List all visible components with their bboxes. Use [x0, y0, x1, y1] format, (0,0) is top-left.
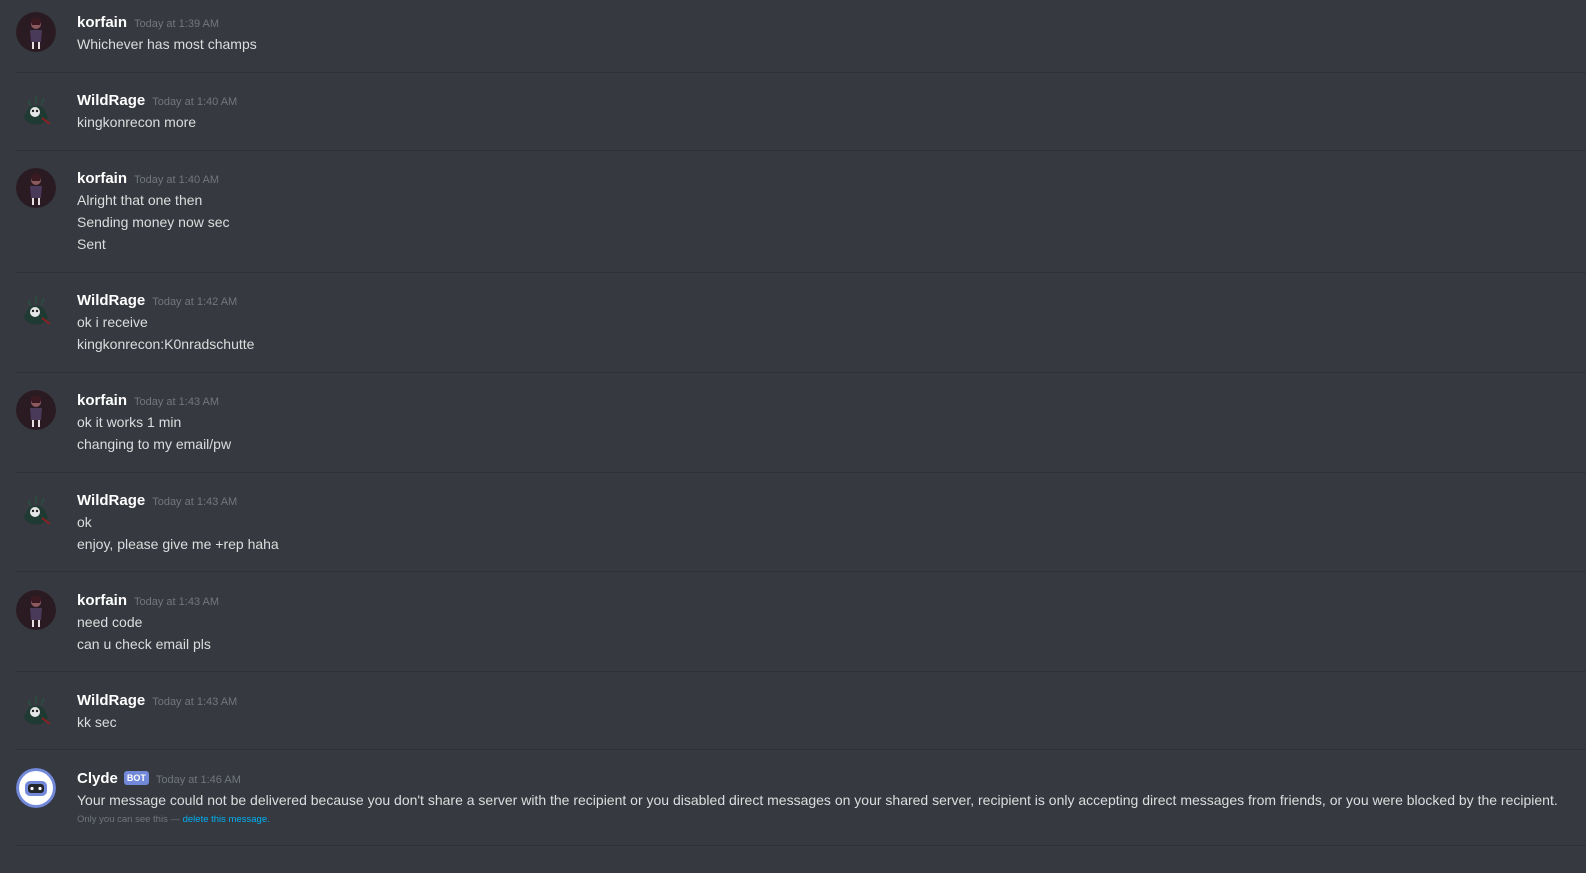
timestamp: Today at 1:46 AM — [155, 773, 241, 786]
message-divider — [16, 372, 1586, 373]
wildrage-avatar-icon — [16, 290, 56, 330]
message-text: Your message could not be delivered beca… — [77, 792, 1558, 808]
message-text: kingkonrecon:K0nradschutte — [77, 336, 255, 352]
timestamp: Today at 1:39 AM — [134, 17, 220, 30]
message-divider — [16, 72, 1586, 73]
timestamp: Today at 1:40 AM — [152, 95, 238, 108]
korfain-avatar-icon — [16, 12, 56, 52]
message-text: ok i receive — [77, 314, 148, 330]
avatar[interactable] — [16, 590, 56, 630]
timestamp: Today at 1:43 AM — [152, 695, 238, 708]
message-divider — [16, 845, 1586, 846]
username[interactable]: WildRage — [77, 492, 145, 509]
username[interactable]: korfain — [77, 170, 127, 187]
message-text: enjoy, please give me +rep haha — [77, 536, 279, 552]
chat-log: korfain Today at 1:39 AM Whichever has m… — [0, 0, 1586, 873]
username[interactable]: WildRage — [77, 692, 145, 709]
message-text: Sending money now sec — [77, 214, 230, 230]
message-text: ok it works 1 min — [77, 414, 182, 430]
message-divider — [16, 272, 1586, 273]
bot-tag: BOT — [123, 771, 149, 785]
avatar[interactable] — [16, 490, 56, 530]
avatar[interactable] — [16, 768, 56, 808]
message-divider — [16, 571, 1586, 572]
message-text: Alright that one then — [77, 192, 203, 208]
timestamp: Today at 1:43 AM — [134, 395, 220, 408]
timestamp: Today at 1:42 AM — [152, 295, 238, 308]
korfain-avatar-icon — [16, 168, 56, 208]
avatar[interactable] — [16, 290, 56, 330]
timestamp: Today at 1:40 AM — [134, 173, 220, 186]
timestamp: Today at 1:43 AM — [152, 495, 238, 508]
message-text: changing to my email/pw — [77, 436, 232, 452]
username[interactable]: korfain — [77, 392, 127, 409]
message-text: kk sec — [77, 714, 117, 730]
ephemeral-notice: Only you can see this — delete this mess… — [77, 814, 270, 825]
avatar[interactable] — [16, 168, 56, 208]
username[interactable]: Clyde — [77, 770, 118, 787]
wildrage-avatar-icon — [16, 490, 56, 530]
username[interactable]: korfain — [77, 592, 127, 609]
timestamp: Today at 1:43 AM — [134, 595, 220, 608]
avatar[interactable] — [16, 90, 56, 130]
username[interactable]: WildRage — [77, 92, 145, 109]
avatar[interactable] — [16, 12, 56, 52]
message-divider — [16, 472, 1586, 473]
message-divider — [16, 749, 1586, 750]
notice-text: Only you can see this — — [77, 814, 183, 825]
message-divider — [16, 671, 1586, 672]
message-text: can u check email pls — [77, 636, 211, 652]
message-text: need code — [77, 614, 143, 630]
wildrage-avatar-icon — [16, 90, 56, 130]
korfain-avatar-icon — [16, 590, 56, 630]
username[interactable]: WildRage — [77, 292, 145, 309]
message-text: Sent — [77, 236, 106, 252]
wildrage-avatar-icon — [16, 690, 56, 730]
message-text: kingkonrecon more — [77, 114, 197, 130]
message-divider — [16, 150, 1586, 151]
username[interactable]: korfain — [77, 14, 127, 31]
korfain-avatar-icon — [16, 390, 56, 430]
message-text: Whichever has most champs — [77, 36, 257, 52]
message-text: ok — [77, 514, 92, 530]
delete-message-link[interactable]: delete this message. — [183, 814, 270, 825]
avatar[interactable] — [16, 690, 56, 730]
clyde-bot-avatar-icon — [16, 768, 56, 808]
avatar[interactable] — [16, 390, 56, 430]
